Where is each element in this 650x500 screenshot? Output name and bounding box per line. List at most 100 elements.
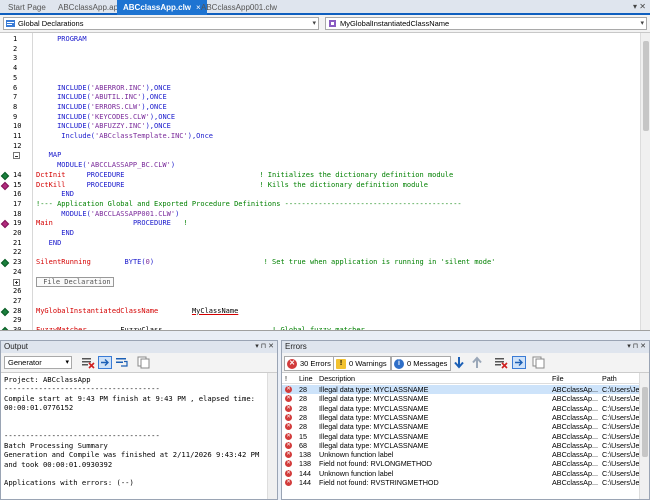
error-row[interactable]: ✕ 28 Illegal data type: MYCLASSNAME ABCclas… — [282, 413, 639, 422]
collapse-region-icon[interactable] — [13, 152, 20, 160]
error-row[interactable]: ✕ 28 Illegal data type: MYCLASSNAME ABCclas… — [282, 385, 639, 395]
error-line-number: 28 — [299, 394, 307, 404]
error-row[interactable]: ✕ 138 Unknown function label ABCclassAp... C… — [282, 450, 639, 459]
error-file: ABCclassAp... — [552, 459, 598, 469]
output-source-select[interactable]: Generator ▾ — [4, 356, 72, 369]
tab-abcclassapp001-clw[interactable]: ABCclassApp001.clw — [195, 1, 283, 14]
gutter-line: 12 — [0, 142, 33, 152]
go-to-line-icon[interactable] — [98, 356, 112, 369]
errors-vertical-scrollbar[interactable] — [639, 373, 649, 499]
output-vertical-scrollbar[interactable] — [267, 373, 277, 499]
breakpoint-marker-icon[interactable] — [0, 181, 10, 190]
code-line[interactable]: INCLUDE('ABUTIL.INC'),ONCE — [36, 93, 167, 103]
column-header-path[interactable]: Path — [602, 373, 617, 384]
line-number: 14 — [13, 170, 22, 179]
gutter-line: 24 — [0, 268, 33, 278]
scope-dropdown-value: Global Declarations — [18, 19, 84, 28]
class-icon — [329, 20, 336, 27]
column-header-description[interactable]: Description — [319, 373, 355, 384]
warnings-filter-button[interactable]: ! 0 Warnings — [333, 356, 391, 371]
previous-error-icon[interactable] — [470, 356, 484, 369]
gutter-line: 19 — [0, 219, 33, 229]
code-line[interactable]: SilentRunning BYTE(0) ! Set true when ap… — [36, 258, 495, 268]
code-line[interactable]: MAP — [36, 151, 62, 161]
error-path: C:\Users\Jef... — [602, 431, 639, 441]
column-header-line[interactable]: Line — [299, 373, 313, 384]
error-row[interactable]: ✕ 68 Illegal data type: MYCLASSNAME ABCclas… — [282, 441, 639, 450]
scope-dropdown[interactable]: Global Declarations ▾ — [3, 17, 319, 30]
code-editor[interactable]: 1 2 3 4 5 6 7 8 9 10 11 12 14 15 16 17 18 19 20 21 22 23 24 26 2… — [0, 33, 650, 331]
copy-icon[interactable] — [137, 356, 151, 369]
column-header-file[interactable]: File — [552, 373, 564, 384]
line-number: 21 — [13, 238, 22, 247]
code-line[interactable]: Main PROCEDURE ! — [36, 219, 188, 229]
line-number: 27 — [13, 296, 22, 305]
code-line[interactable]: INCLUDE('ABERROR.INC'),ONCE — [36, 84, 171, 94]
expand-region-icon[interactable] — [13, 278, 20, 286]
breakpoint-marker-icon[interactable] — [0, 326, 10, 330]
code-line[interactable]: MODULE('ABCCLASSAPP001.CLW') — [36, 210, 179, 220]
breakpoint-marker-icon[interactable] — [0, 258, 10, 268]
column-header-severity[interactable]: ! — [285, 373, 287, 384]
next-error-icon[interactable] — [452, 356, 466, 369]
breakpoint-marker-icon[interactable] — [0, 220, 10, 229]
code-line[interactable]: DctKill PROCEDURE ! Kills the dictionary… — [36, 181, 428, 191]
panel-window-controls[interactable]: ▾ ⊓ ✕ — [255, 341, 274, 353]
error-row[interactable]: ✕ 144 Unknown function label ABCclassAp... C… — [282, 469, 639, 478]
line-number: 26 — [13, 287, 22, 296]
errors-filter-button[interactable]: ✕ 30 Errors — [284, 356, 335, 371]
error-line-number: 28 — [299, 403, 307, 413]
code-line[interactable]: INCLUDE('ERRORS.CLW'),ONCE — [36, 103, 167, 113]
gutter-line: 10 — [0, 122, 33, 132]
code-line[interactable]: DctInit PROCEDURE ! Initializes the dict… — [36, 171, 453, 181]
code-token: File Declaration — [36, 276, 114, 287]
error-path: C:\Users\Jef... — [602, 412, 639, 422]
breakpoint-marker-icon[interactable] — [0, 171, 10, 181]
error-row[interactable]: ✕ 28 Illegal data type: MYCLASSNAME ABCclas… — [282, 404, 639, 413]
member-dropdown[interactable]: MyGlobalInstantiatedClassName ▾ — [325, 17, 647, 30]
error-row[interactable]: ✕ 28 Illegal data type: MYCLASSNAME ABCclas… — [282, 394, 639, 403]
breakpoint-marker-icon[interactable] — [0, 307, 10, 316]
error-file: ABCclassAp... — [552, 431, 598, 441]
error-path: C:\Users\Jef... — [602, 422, 639, 432]
error-row[interactable]: ✕ 138 Field not found: RVLONGMETHOD ABCclas… — [282, 459, 639, 468]
error-path: C:\Users\Jef... — [602, 459, 639, 469]
code-line[interactable]: PROGRAM — [36, 35, 87, 45]
code-line[interactable]: MODULE('ABCCLASSAPP_BC.CLW') — [36, 161, 175, 171]
code-line[interactable]: INCLUDE('KEYCODES.CLW'),ONCE — [36, 113, 175, 123]
clear-all-icon[interactable] — [81, 356, 95, 369]
code-token: ! — [170, 219, 188, 228]
code-token: INCLUDE( — [36, 122, 91, 131]
tab-start-page[interactable]: Start Page — [2, 1, 52, 14]
error-row[interactable]: ✕ 15 Illegal data type: MYCLASSNAME ABCclas… — [282, 432, 639, 441]
code-line[interactable]: File Declaration — [36, 276, 114, 288]
panel-window-controls[interactable]: ▾ ⊓ ✕ — [627, 341, 646, 353]
code-area[interactable]: PROGRAM INCLUDE('ABERROR.INC'),ONCE INCL… — [36, 33, 640, 330]
error-row[interactable]: ✕ 144 Field not found: RVSTRINGMETHOD ABCcl… — [282, 478, 639, 487]
code-line[interactable]: MyGlobalInstantiatedClassName MyClassNam… — [36, 307, 238, 317]
code-line[interactable]: END — [36, 229, 74, 239]
code-token: ),ONCE — [149, 112, 176, 121]
messages-filter-button[interactable]: i0 Messages — [391, 356, 452, 371]
error-row[interactable]: ✕ 28 Illegal data type: MYCLASSNAME ABCclas… — [282, 422, 639, 431]
editor-vertical-scrollbar[interactable] — [640, 33, 650, 330]
line-number: 24 — [13, 267, 22, 276]
tab-overflow-controls[interactable]: ▾ ✕ — [633, 2, 646, 11]
code-token: MODULE( — [36, 161, 87, 170]
copy-icon[interactable] — [532, 356, 546, 369]
code-line[interactable]: END — [36, 190, 74, 200]
code-line[interactable]: !--- Application Global and Exported Pro… — [36, 200, 462, 210]
output-log-text[interactable]: Project: ABCclassApp -------------------… — [1, 373, 267, 499]
code-line[interactable]: END — [36, 239, 62, 249]
code-line[interactable]: Include('ABCclassTemplate.INC'),Once — [36, 132, 213, 142]
word-wrap-icon[interactable] — [115, 356, 129, 369]
tab-abcclassapp-clw[interactable]: ABCclassApp.clw × — [117, 0, 207, 15]
code-line[interactable]: FuzzyMatcher FuzzyClass ! Global fuzzy m… — [36, 326, 365, 330]
error-line-number: 28 — [299, 422, 307, 432]
scrollbar-thumb[interactable] — [643, 41, 649, 131]
clear-errors-icon[interactable] — [494, 356, 508, 369]
code-line[interactable]: INCLUDE('ABFUZZY.INC'),ONCE — [36, 122, 171, 132]
tab-label: Start Page — [8, 3, 46, 12]
go-to-error-icon[interactable] — [512, 356, 526, 369]
scrollbar-thumb[interactable] — [642, 387, 648, 457]
